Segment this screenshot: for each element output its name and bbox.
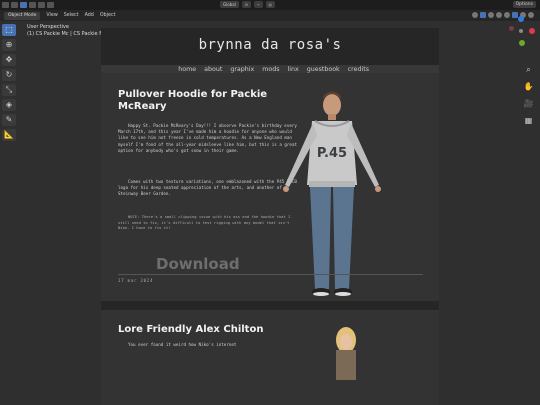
- post-date: 17 mar 2024: [118, 278, 154, 283]
- proportional-edit-toggle[interactable]: ◎: [265, 1, 276, 8]
- select-mode-subtract-icon[interactable]: [38, 2, 45, 8]
- zoom-icon[interactable]: ⌕: [523, 64, 534, 75]
- nav-mods[interactable]: mods: [262, 66, 279, 73]
- gizmo-center-icon: [519, 29, 523, 33]
- menu-view[interactable]: View: [46, 13, 57, 18]
- post-paragraph: You ever found it weird how Niko's inter…: [128, 342, 237, 347]
- hoodie-logo: P.45: [317, 146, 347, 161]
- gizmo-toggle-icon[interactable]: [480, 12, 486, 18]
- pan-hand-icon[interactable]: ✋: [523, 81, 534, 92]
- viewport-collection-label: (1) CS Packie Mc | CS Packie Mc: [27, 31, 107, 37]
- camera-icon[interactable]: 🎥: [523, 98, 534, 109]
- character-head: [340, 334, 352, 350]
- measure-icon[interactable]: 📐: [2, 129, 16, 141]
- scale-icon[interactable]: ⤡: [2, 84, 16, 96]
- post-paragraph: Happy St. Packie McReary's Day!!! I obse…: [118, 123, 297, 153]
- post-paragraph: Comes with two texture variations, one e…: [118, 179, 297, 197]
- grid-icon[interactable]: ▦: [523, 115, 534, 126]
- character-render: P.45: [283, 91, 381, 296]
- editor-type-dropdown-icon[interactable]: [11, 2, 18, 8]
- viewport-perspective-label: User Perspective: [27, 24, 69, 30]
- transform-controls: Global ⊙ ⌁ ◎: [220, 1, 276, 8]
- transform-icon[interactable]: ◈: [2, 99, 16, 111]
- post-note: NOTE: There's a small clipping issue wit…: [118, 214, 291, 231]
- nav-graphix[interactable]: graphix: [230, 66, 254, 73]
- nav-guestbook[interactable]: guestbook: [307, 66, 340, 73]
- x-axis-icon[interactable]: [529, 28, 535, 34]
- overlay-icon[interactable]: [488, 12, 494, 18]
- pivot-dropdown[interactable]: ⊙: [241, 1, 252, 8]
- website-reference-image[interactable]: brynna da rosa's home about graphix mods…: [101, 28, 439, 405]
- snap-toggle[interactable]: ⌁: [254, 1, 263, 8]
- post-card: Pullover Hoodie for Packie McReary Happy…: [101, 73, 439, 301]
- viewport-nav-icons: ⌕ ✋ 🎥 ▦: [523, 64, 534, 126]
- cursor-icon[interactable]: ⊕: [2, 39, 16, 51]
- character-head: [323, 94, 341, 116]
- navigation-gizmo[interactable]: [506, 16, 536, 50]
- rotate-icon[interactable]: ↻: [2, 69, 16, 81]
- nav-credits[interactable]: credits: [348, 66, 369, 73]
- post-title: Lore Friendly Alex Chilton: [118, 324, 264, 335]
- character-render: [336, 327, 356, 380]
- post-card: Lore Friendly Alex Chilton You ever foun…: [101, 310, 439, 405]
- site-title: brynna da rosa's: [198, 37, 342, 53]
- menu-object[interactable]: Object: [100, 13, 116, 18]
- annotate-icon[interactable]: ✎: [2, 114, 16, 126]
- post-divider: [118, 274, 423, 275]
- editor-type-icon[interactable]: [2, 2, 9, 8]
- mode-dropdown[interactable]: Object Mode: [4, 11, 41, 20]
- move-icon[interactable]: ✥: [2, 54, 16, 66]
- nav-linx[interactable]: linx: [288, 66, 299, 73]
- neg-x-axis-icon[interactable]: [509, 26, 514, 31]
- nav-about[interactable]: about: [204, 66, 222, 73]
- tool-shelf: ⬚ ⊕ ✥ ↻ ⤡ ◈ ✎ 📐: [2, 24, 20, 141]
- z-axis-icon[interactable]: [518, 16, 524, 22]
- visibility-icon[interactable]: [472, 12, 478, 18]
- blender-top-bar: Global ⊙ ⌁ ◎ Options: [0, 0, 540, 10]
- viewport-header: Object Mode View Select Add Object: [0, 10, 540, 21]
- select-mode-extend-icon[interactable]: [29, 2, 36, 8]
- xray-icon[interactable]: [496, 12, 502, 18]
- y-axis-icon[interactable]: [519, 40, 525, 46]
- viewport-info: User Perspective (1) CS Packie Mc | CS P…: [27, 24, 106, 38]
- menu-select[interactable]: Select: [64, 13, 79, 18]
- select-box-icon[interactable]: ⬚: [2, 24, 16, 36]
- options-dropdown[interactable]: Options: [512, 1, 536, 8]
- select-mode-set-icon[interactable]: [20, 2, 27, 8]
- select-mode-invert-icon[interactable]: [47, 2, 54, 8]
- orientation-dropdown[interactable]: Global: [220, 1, 239, 8]
- menu-add[interactable]: Add: [85, 13, 94, 18]
- nav-home[interactable]: home: [178, 66, 196, 73]
- post-title: Pullover Hoodie for Packie McReary: [118, 89, 268, 112]
- download-link[interactable]: Download: [156, 255, 240, 273]
